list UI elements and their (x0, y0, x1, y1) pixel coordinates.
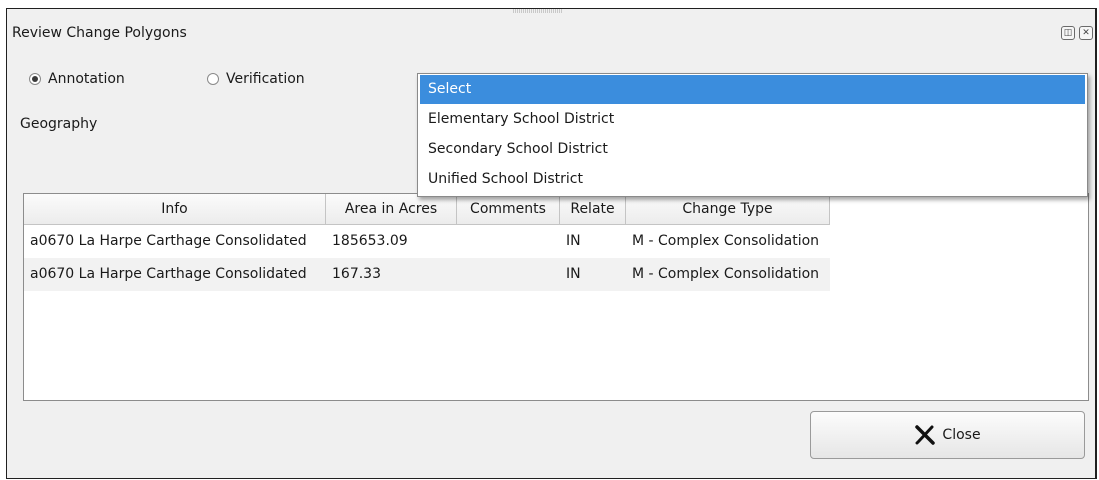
geography-option-select[interactable]: Select (420, 75, 1085, 104)
cell-change-type[interactable]: M - Complex Consolidation (626, 258, 830, 291)
close-icon[interactable]: ✕ (1079, 26, 1093, 40)
cell-area[interactable]: 185653.09 (326, 225, 457, 258)
geography-option-secondary[interactable]: Secondary School District (420, 135, 1085, 164)
annotation-radio-label: Annotation (48, 71, 125, 87)
cell-comments[interactable] (457, 225, 560, 258)
column-header-area[interactable]: Area in Acres (326, 194, 457, 225)
review-change-polygons-dialog: Review Change Polygons ◫ ✕ Annotation Ve… (6, 8, 1097, 479)
cell-change-type[interactable]: M - Complex Consolidation (626, 225, 830, 258)
title-controls: ◫ ✕ (1061, 26, 1093, 40)
float-icon[interactable]: ◫ (1061, 26, 1075, 40)
cell-area[interactable]: 167.33 (326, 258, 457, 291)
verification-radio-option[interactable]: Verification (207, 71, 305, 87)
dialog-title: Review Change Polygons (12, 25, 187, 41)
table-row[interactable]: a0670 La Harpe Carthage Consolidated 185… (24, 225, 1088, 258)
column-header-relate[interactable]: Relate (560, 194, 626, 225)
annotation-radio-option[interactable]: Annotation (29, 71, 125, 87)
cell-info[interactable]: a0670 La Harpe Carthage Consolidated (24, 258, 326, 291)
cell-info[interactable]: a0670 La Harpe Carthage Consolidated (24, 225, 326, 258)
table-row[interactable]: a0670 La Harpe Carthage Consolidated 167… (24, 258, 1088, 291)
geography-dropdown-list[interactable]: Select Elementary School District Second… (417, 73, 1088, 197)
close-button-label: Close (942, 427, 981, 443)
table-header: Info Area in Acres Comments Relate Chang… (24, 194, 1088, 225)
column-header-info[interactable]: Info (24, 194, 326, 225)
change-polygons-table[interactable]: Info Area in Acres Comments Relate Chang… (23, 193, 1089, 401)
verification-radio-label: Verification (226, 71, 305, 87)
cell-relate[interactable]: IN (560, 258, 626, 291)
column-header-change-type[interactable]: Change Type (626, 194, 830, 225)
verification-radio[interactable] (207, 73, 219, 85)
geography-option-unified[interactable]: Unified School District (420, 165, 1085, 194)
cell-comments[interactable] (457, 258, 560, 291)
close-button[interactable]: Close (810, 411, 1085, 459)
column-header-comments[interactable]: Comments (457, 194, 560, 225)
close-x-icon (915, 425, 936, 445)
geography-label: Geography (20, 116, 98, 132)
geography-option-elementary[interactable]: Elementary School District (420, 105, 1085, 134)
cell-relate[interactable]: IN (560, 225, 626, 258)
title-bar[interactable]: Review Change Polygons ◫ ✕ (7, 9, 1095, 53)
annotation-radio[interactable] (29, 73, 41, 85)
